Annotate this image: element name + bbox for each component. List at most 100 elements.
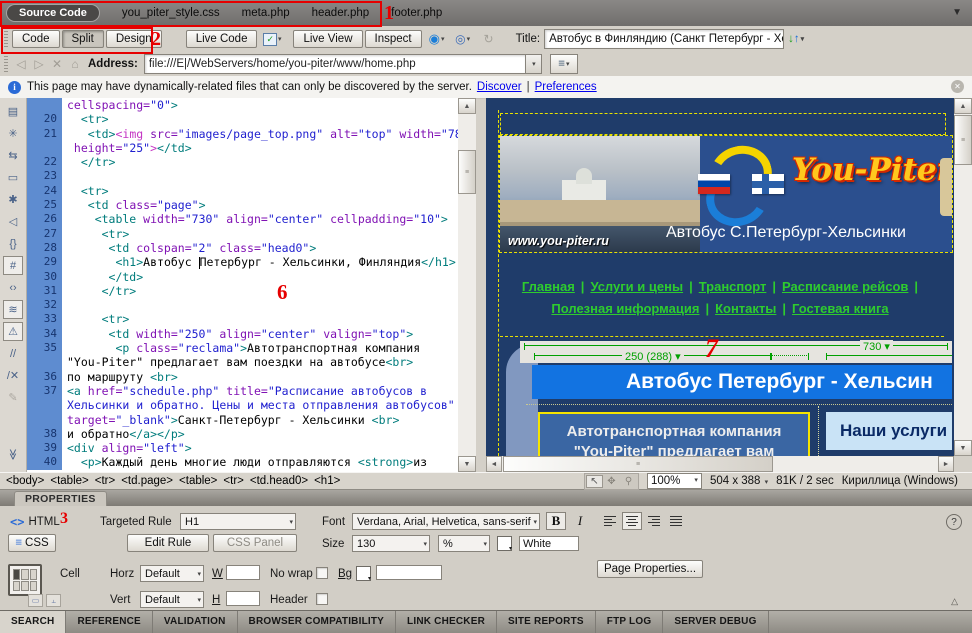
apply-comment-icon[interactable]: // [3,344,23,363]
targeted-rule-select[interactable]: H1▾ [180,513,296,530]
tag-selector-item[interactable]: <h1> [314,475,340,487]
horz-select[interactable]: Default▾ [140,565,204,582]
scroll-thumb[interactable]: ≡ [503,456,773,472]
results-tab-browser-compatibility[interactable]: BROWSER COMPATIBILITY [238,611,397,633]
discover-link[interactable]: Discover [477,81,522,93]
select-parent-tag-icon[interactable]: ◁ [3,212,23,231]
nav-link[interactable]: Главная [522,279,575,294]
code-view-button[interactable]: Code [12,30,60,48]
vert-select[interactable]: Default▾ [140,591,204,608]
design-horizontal-scrollbar[interactable]: ◄ ≡ ► [486,456,954,472]
nav-link[interactable]: Расписание рейсов [782,279,908,294]
more-options-icon[interactable]: ≫ [4,445,23,465]
merge-cells-icon[interactable]: ▭ [28,594,43,607]
design-view-button[interactable]: Design [106,30,162,48]
height-input[interactable] [226,591,260,606]
related-file-tab[interactable]: footer.php [391,7,442,19]
scroll-thumb[interactable]: ≡ [954,115,972,165]
related-file-tab[interactable]: meta.php [242,7,290,19]
css-mode-button[interactable]: ≡CSS [8,534,56,552]
window-size-select[interactable]: 504 x 388 ▾ [710,475,768,487]
address-input[interactable]: file:///E|/WebServers/home/you-piter/www… [144,54,526,74]
column-width-menu-250[interactable]: 250 (288) ▾ [622,350,684,363]
stop-icon[interactable]: ✕ [48,56,66,72]
related-file-tab[interactable]: you_piter_style.css [122,7,220,19]
header-checkbox[interactable] [316,593,328,605]
hand-tool-icon[interactable]: ✥ [603,475,620,488]
collapse-full-tag-icon[interactable]: ⇆ [3,146,23,165]
preferences-link[interactable]: Preferences [535,81,597,93]
align-right-button[interactable] [644,512,664,530]
scroll-up-icon[interactable]: ▲ [954,98,972,114]
results-tab-validation[interactable]: VALIDATION [153,611,238,633]
zoom-level-select[interactable]: 100%▾ [647,473,702,489]
html-mode-button[interactable]: <>HTML [10,515,60,529]
bg-color-input[interactable] [376,565,442,580]
results-tab-reference[interactable]: REFERENCE [66,611,152,633]
filter-icon[interactable]: ▼ [952,7,962,18]
tag-selector-item[interactable]: <table> [50,475,88,487]
source-code-tab[interactable]: Source Code [6,4,100,22]
back-icon[interactable]: ◁ [12,56,30,72]
align-justify-button[interactable] [666,512,686,530]
code-vertical-scrollbar[interactable]: ▲ ≡ ▼ [458,98,476,472]
scroll-right-icon[interactable]: ► [938,456,954,472]
view-options-icon[interactable]: ≡▾ [550,54,578,74]
bg-color-swatch[interactable]: ▾ [356,566,371,581]
split-cell-icon[interactable]: ⫠ [46,594,61,607]
align-center-button[interactable] [622,512,642,530]
address-bar-grip[interactable] [4,56,8,72]
format-source-code-icon[interactable]: ✎ [3,388,23,407]
help-icon[interactable]: ? [946,514,962,530]
zoom-tool-icon[interactable]: ⚲ [620,475,637,488]
highlight-invalid-code-icon[interactable]: ‹› [3,278,23,297]
code-navigator-icon[interactable]: ✳ [3,124,23,143]
syntax-error-alerts-icon[interactable]: ≋ [3,300,23,319]
text-color-swatch[interactable]: ▾ [497,536,512,551]
tag-selector-item[interactable]: <tr> [95,475,115,487]
scroll-down-icon[interactable]: ▼ [954,440,972,456]
address-dropdown-icon[interactable]: ▾ [525,54,542,74]
tag-selector-item[interactable]: <table> [179,475,217,487]
text-color-input[interactable]: White [519,536,579,551]
scroll-down-icon[interactable]: ▼ [458,456,476,472]
css-panel-button[interactable]: CSS Panel [213,534,297,552]
table-width-menu-730[interactable]: 730 ▾ [860,340,893,353]
related-file-tab[interactable]: header.php [312,7,370,19]
open-documents-icon[interactable]: ▤ [3,102,23,121]
design-view[interactable]: You-Piter Автобус С.Петербург-Хельсинки … [486,98,972,472]
toolbar-grip[interactable] [4,31,8,47]
design-vertical-scrollbar[interactable]: ▲ ≡ ▼ [954,98,972,456]
size-unit-select[interactable]: %▾ [438,535,490,552]
warning-info-bar-icon[interactable]: ⚠ [3,322,23,341]
refresh-icon[interactable]: ↻ [478,30,500,48]
nav-link[interactable]: Транспорт [699,279,767,294]
results-tab-server-debug[interactable]: SERVER DEBUG [663,611,768,633]
align-left-button[interactable] [600,512,620,530]
tag-selector-item[interactable]: <td.head0> [250,475,308,487]
remove-comment-icon[interactable]: /✕ [3,366,23,385]
results-tab-search[interactable]: SEARCH [0,611,66,633]
nav-link[interactable]: Контакты [715,301,776,316]
scroll-thumb[interactable]: ≡ [458,150,476,194]
live-view-button[interactable]: Live View [293,30,362,48]
bold-button[interactable]: B [546,512,566,530]
properties-tab[interactable]: PROPERTIES [14,491,107,507]
italic-button[interactable]: I [570,512,590,530]
no-wrap-checkbox[interactable] [316,567,328,579]
tag-selector-item[interactable]: <td.page> [121,475,173,487]
validate-markup-icon[interactable]: ◎▾ [452,30,474,48]
select-tool-icon[interactable]: ↖ [586,475,603,488]
split-view-button[interactable]: Split [62,30,104,48]
forward-icon[interactable]: ▷ [30,56,48,72]
home-icon[interactable]: ⌂ [66,56,84,72]
live-code-button[interactable]: Live Code [186,30,258,48]
file-management-icon[interactable]: ↓↑▾ [788,33,804,45]
code-editor[interactable]: cellspacing="0">20 <tr>21 <td><img src="… [27,98,458,472]
tag-selector-item[interactable]: <body> [6,475,44,487]
balance-braces-icon[interactable]: {} [3,234,23,253]
inspect-button[interactable]: Inspect [365,30,422,48]
nav-link[interactable]: Гостевая книга [792,301,889,316]
results-tab-link-checker[interactable]: LINK CHECKER [396,611,497,633]
expand-all-icon[interactable]: ✱ [3,190,23,209]
